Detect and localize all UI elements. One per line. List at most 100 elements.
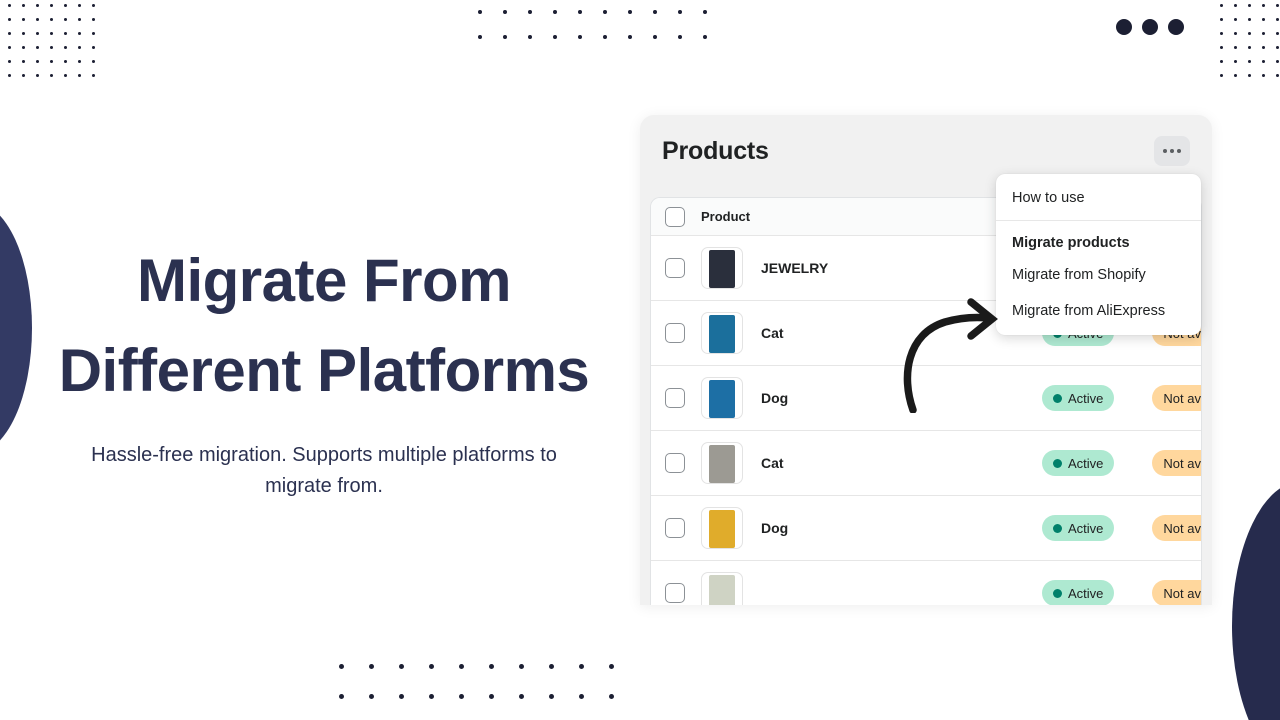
table-row[interactable]: Cat Active Not avail: [651, 431, 1201, 496]
decorative-dot: [78, 32, 81, 35]
product-thumbnail: [701, 247, 743, 289]
decorative-dot: [429, 664, 434, 669]
decorative-dot: [603, 10, 607, 14]
product-thumbnail-image: [709, 380, 735, 418]
decorative-dot: [628, 10, 632, 14]
decorative-dot: [478, 35, 482, 39]
table-row[interactable]: Active Not avail: [651, 561, 1201, 605]
decorative-dot: [64, 32, 67, 35]
availability-badge-label: Not avail: [1163, 390, 1201, 406]
menu-item[interactable]: Migrate from Shopify: [996, 257, 1201, 293]
ellipsis-icon-dot: [1177, 149, 1181, 153]
decorative-dot: [489, 664, 494, 669]
row-checkbox[interactable]: [665, 453, 685, 473]
decorative-dot: [703, 35, 707, 39]
decorative-dot: [64, 18, 67, 21]
decorative-dot: [22, 32, 25, 35]
decorative-dot: [549, 694, 554, 699]
decorative-dot: [609, 694, 614, 699]
decorative-dot: [549, 664, 554, 669]
decorative-dot: [78, 4, 81, 7]
dot-row: [8, 60, 106, 74]
decorative-dot: [36, 18, 39, 21]
decorative-dot: [64, 46, 67, 49]
select-all-checkbox[interactable]: [665, 206, 685, 227]
hero-title-line-1: Migrate From: [136, 247, 512, 314]
decorative-dot: [64, 60, 67, 63]
decorative-dot: [1234, 60, 1237, 63]
decorative-dot-grid-top-left: [8, 4, 106, 88]
decorative-dot: [1276, 32, 1279, 35]
status-badge-label: Active: [1068, 520, 1104, 536]
menu-item[interactable]: How to use: [996, 180, 1201, 216]
decorative-dot: [1234, 32, 1237, 35]
decorative-dot: [22, 46, 25, 49]
decorative-dot: [489, 694, 494, 699]
dot-row: [1220, 46, 1280, 60]
decorative-dot: [1234, 74, 1237, 77]
dot-row: [8, 4, 106, 18]
dot-row: [1220, 32, 1280, 46]
ellipsis-icon-dot: [1170, 149, 1174, 153]
decorative-dot: [36, 46, 39, 49]
decorative-dot: [369, 664, 374, 669]
menu-group-label: Migrate products: [1012, 235, 1130, 251]
decorative-dot: [22, 18, 25, 21]
decorative-dot: [92, 32, 95, 35]
decorative-dot: [653, 10, 657, 14]
dot-row: [8, 46, 106, 60]
status-badge-label: Active: [1068, 390, 1104, 406]
table-row[interactable]: Dog Active Not avail: [651, 496, 1201, 561]
decorative-dot: [578, 35, 582, 39]
decorative-dot: [1248, 18, 1251, 21]
decorative-dot: [339, 664, 344, 669]
decorative-dot: [339, 694, 344, 699]
decorative-dot: [1234, 18, 1237, 21]
more-actions-menu[interactable]: How to use Migrate products Migrate from S…: [996, 174, 1201, 335]
card-title: Products: [662, 136, 769, 165]
product-thumbnail-image: [709, 250, 735, 288]
row-checkbox[interactable]: [665, 518, 685, 538]
dot-row: [8, 74, 106, 88]
decorative-dot: [478, 10, 482, 14]
decorative-dot: [36, 60, 39, 63]
decorative-dot: [609, 664, 614, 669]
decorative-dot: [1276, 18, 1279, 21]
decorative-dot: [553, 10, 557, 14]
row-checkbox[interactable]: [665, 323, 685, 343]
availability-badge-label: Not avail: [1163, 520, 1201, 536]
row-checkbox[interactable]: [665, 388, 685, 408]
product-name: Dog: [761, 390, 789, 406]
row-checkbox[interactable]: [665, 258, 685, 278]
row-checkbox[interactable]: [665, 583, 685, 603]
status-badge: Active: [1042, 385, 1115, 411]
availability-badge: Not avail: [1152, 385, 1201, 411]
decorative-dot: [1234, 46, 1237, 49]
table-row[interactable]: Dog Active Not avail: [651, 366, 1201, 431]
decorative-dot: [1220, 18, 1223, 21]
dot-row: [339, 664, 639, 694]
decorative-dot: [1262, 18, 1265, 21]
decorative-dot: [1276, 60, 1279, 63]
decorative-dot: [628, 35, 632, 39]
decorative-dot: [1220, 32, 1223, 35]
decorative-dot: [78, 18, 81, 21]
more-actions-button[interactable]: [1154, 136, 1190, 166]
decorative-big-dots: [1116, 19, 1184, 35]
product-thumbnail: [701, 507, 743, 549]
decorative-dot: [1248, 46, 1251, 49]
menu-item[interactable]: Migrate from AliExpress: [996, 293, 1201, 329]
product-thumbnail-image: [709, 315, 735, 353]
status-dot-icon: [1053, 523, 1063, 533]
decorative-dot: [578, 10, 582, 14]
decorative-dot: [1248, 4, 1251, 7]
decorative-dot: [92, 4, 95, 7]
decorative-dot: [528, 35, 532, 39]
ellipsis-icon-dot: [1163, 149, 1167, 153]
decorative-dot: [50, 60, 53, 63]
decorative-dot: [78, 74, 81, 77]
decorative-dot: [1276, 4, 1279, 7]
decorative-dot: [8, 74, 11, 77]
decorative-dot: [369, 694, 374, 699]
decorative-dot: [1262, 46, 1265, 49]
